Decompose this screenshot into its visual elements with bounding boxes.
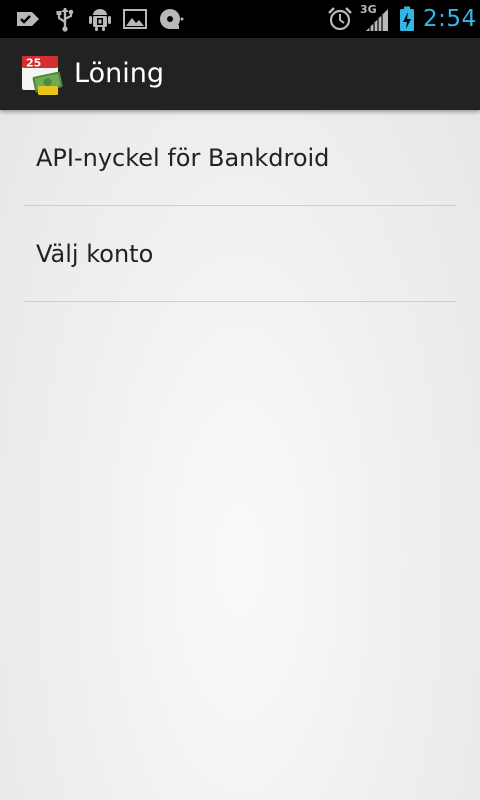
pref-item-label: Välj konto: [36, 240, 154, 268]
pref-item-api-key[interactable]: API-nyckel för Bankdroid: [0, 110, 480, 206]
app-calendar-money-icon[interactable]: 25: [20, 52, 66, 98]
signal-3g-icon: [366, 9, 388, 31]
notification-check-icon: [17, 12, 39, 26]
usb-icon: [56, 8, 74, 32]
app-title: Löning: [74, 58, 164, 89]
status-time: 2:54: [423, 6, 477, 32]
disk-sync-icon: [160, 9, 184, 30]
action-bar: 25 Löning: [0, 38, 480, 110]
app-icon-day: 25: [26, 57, 41, 70]
preference-list: API-nyckel för Bankdroid Välj konto: [0, 110, 480, 302]
android-debug-icon: [89, 9, 111, 31]
alarm-icon: [328, 7, 352, 31]
pref-item-select-account[interactable]: Välj konto: [0, 206, 480, 302]
divider: [24, 301, 456, 302]
image-icon: [123, 9, 147, 29]
pref-item-label: API-nyckel för Bankdroid: [36, 144, 330, 172]
status-bar: 3G 2:54: [0, 0, 480, 38]
battery-charging-icon: [400, 6, 414, 31]
